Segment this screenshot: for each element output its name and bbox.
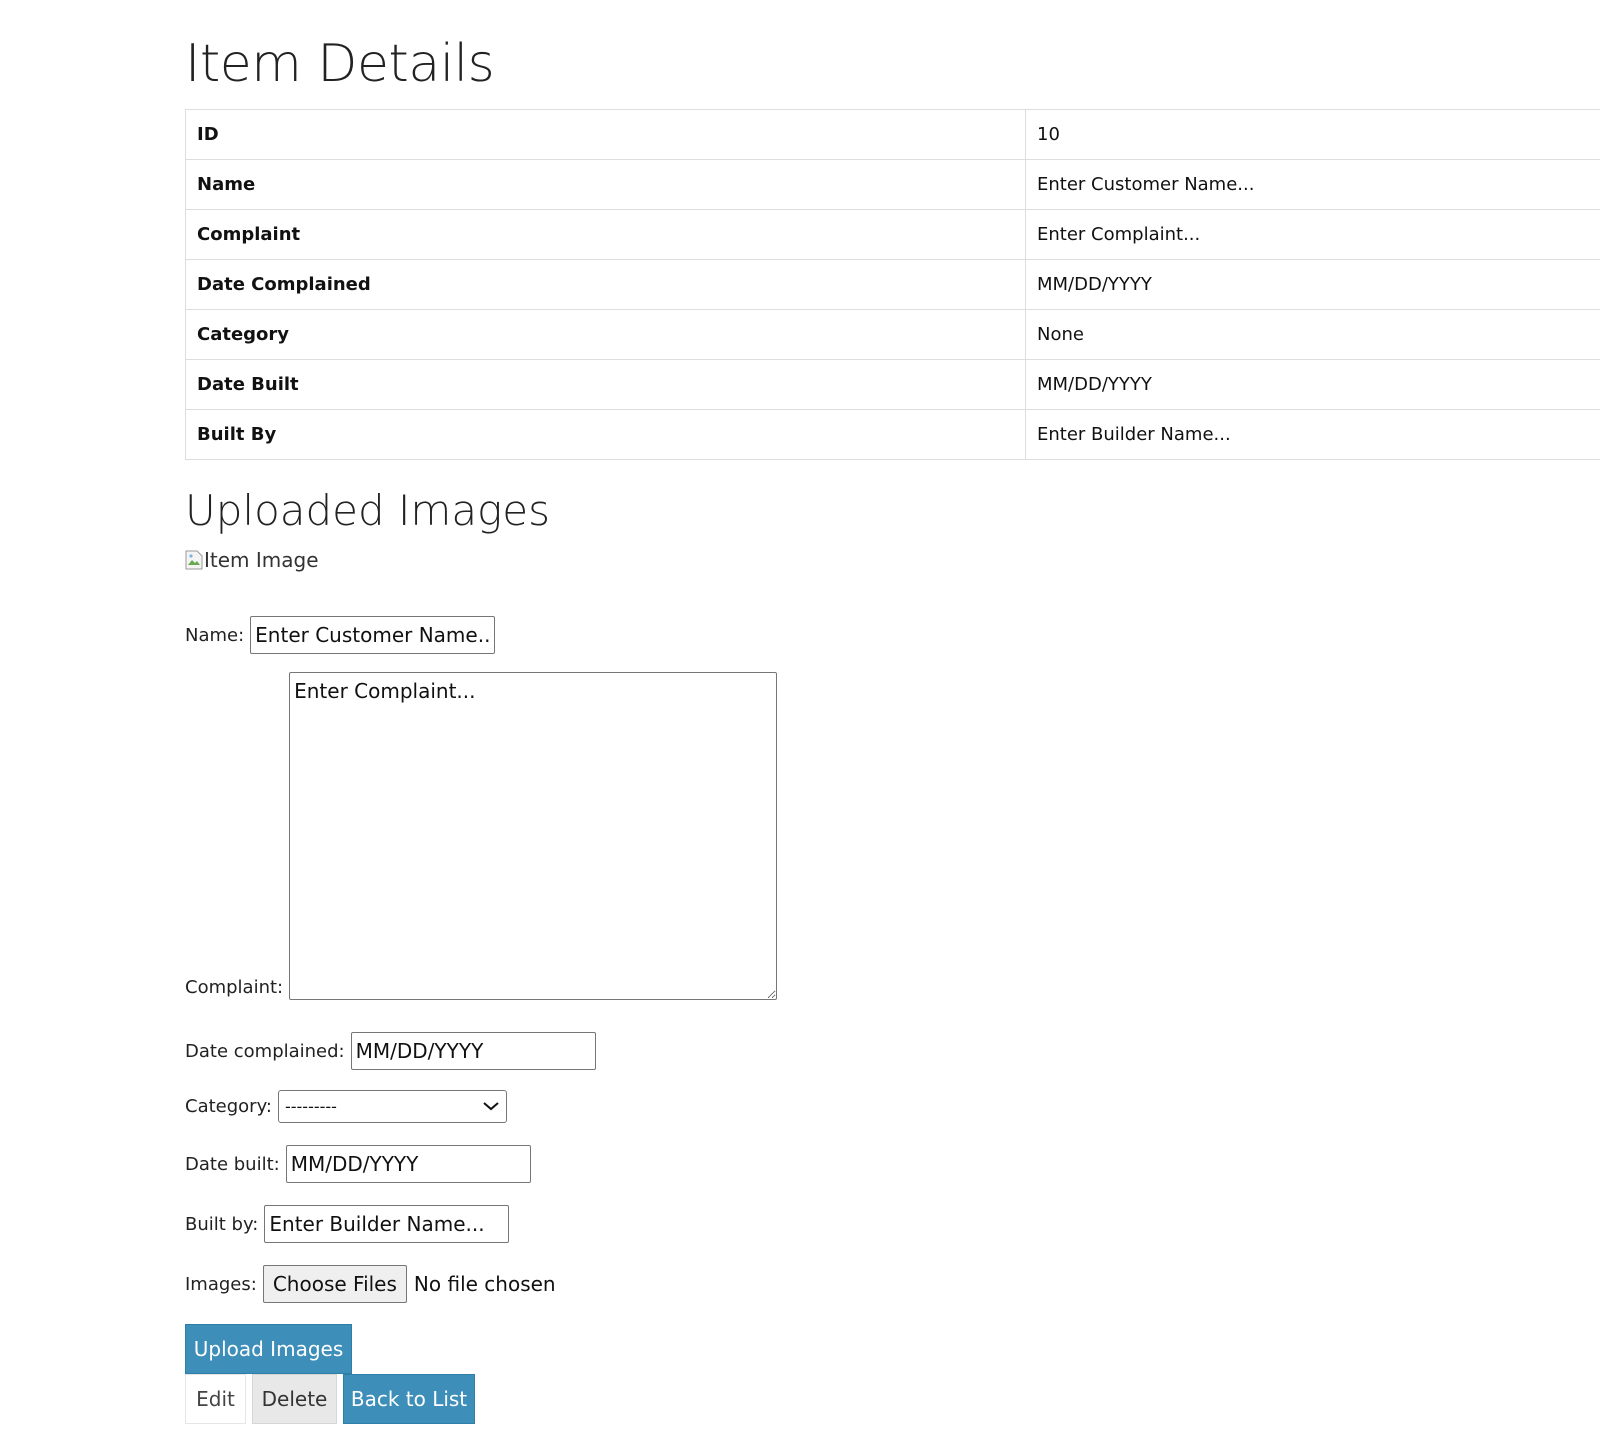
category-selected-value: --------- [284,1097,337,1116]
table-row: ID 10 [185,109,1600,160]
item-image-alt-text: Item Image [204,548,319,572]
table-row: Complaint Enter Complaint... [185,209,1600,260]
detail-value: Enter Complaint... [1025,209,1600,260]
action-buttons: Edit Delete Back to List [185,1374,475,1424]
built-by-label: Built by: [185,1213,259,1235]
category-label: Category: [185,1096,272,1117]
upload-images-button[interactable]: Upload Images [185,1324,352,1374]
back-to-list-button[interactable]: Back to List [343,1374,475,1424]
images-label: Images: [185,1273,257,1295]
detail-key: Date Complained [185,259,1026,310]
delete-button[interactable]: Delete [252,1374,337,1424]
detail-key: Date Built [185,359,1026,410]
images-row: Images: Choose Files No file chosen [185,1265,556,1303]
choose-files-button[interactable]: Choose Files [262,1265,407,1303]
date-built-row: Date built: [185,1145,531,1183]
built-by-row: Built by: [185,1205,510,1243]
date-complained-row: Date complained: [185,1032,596,1070]
detail-key: ID [185,109,1026,160]
complaint-field-row: Complaint: [185,672,778,1000]
category-row: Category: --------- [185,1090,507,1123]
date-built-label: Date built: [185,1153,280,1175]
table-row: Date Built MM/DD/YYYY [185,359,1600,410]
name-field-row: Name: [185,616,496,654]
complaint-label: Complaint: [185,977,284,998]
built-by-input[interactable] [264,1205,510,1243]
date-complained-label: Date complained: [185,1040,345,1062]
detail-value: None [1025,309,1600,360]
detail-key: Category [185,309,1026,360]
table-row: Name Enter Customer Name... [185,159,1600,210]
complaint-textarea[interactable] [289,672,778,1000]
detail-value: 10 [1025,109,1600,160]
detail-key: Complaint [185,209,1026,260]
file-status-text: No file chosen [413,1272,556,1296]
category-select[interactable]: --------- [277,1090,507,1123]
item-image: Item Image [185,548,319,572]
broken-image-icon [185,550,203,570]
detail-key: Built By [185,409,1026,460]
item-details-table: ID 10 Name Enter Customer Name... Compla… [185,109,1600,460]
detail-value: MM/DD/YYYY [1025,359,1600,410]
uploaded-images-title: Uploaded Images [185,486,550,535]
detail-value: Enter Builder Name... [1025,409,1600,460]
detail-value: Enter Customer Name... [1025,159,1600,210]
name-input[interactable] [250,616,496,654]
date-complained-input[interactable] [350,1032,596,1070]
detail-key: Name [185,159,1026,210]
date-built-input[interactable] [285,1145,531,1183]
table-row: Date Complained MM/DD/YYYY [185,259,1600,310]
name-label: Name: [185,624,245,646]
page-title: Item Details [185,34,495,94]
table-row: Built By Enter Builder Name... [185,409,1600,460]
table-row: Category None [185,309,1600,360]
edit-button[interactable]: Edit [185,1374,246,1424]
detail-value: MM/DD/YYYY [1025,259,1600,310]
chevron-down-icon [482,1097,500,1116]
